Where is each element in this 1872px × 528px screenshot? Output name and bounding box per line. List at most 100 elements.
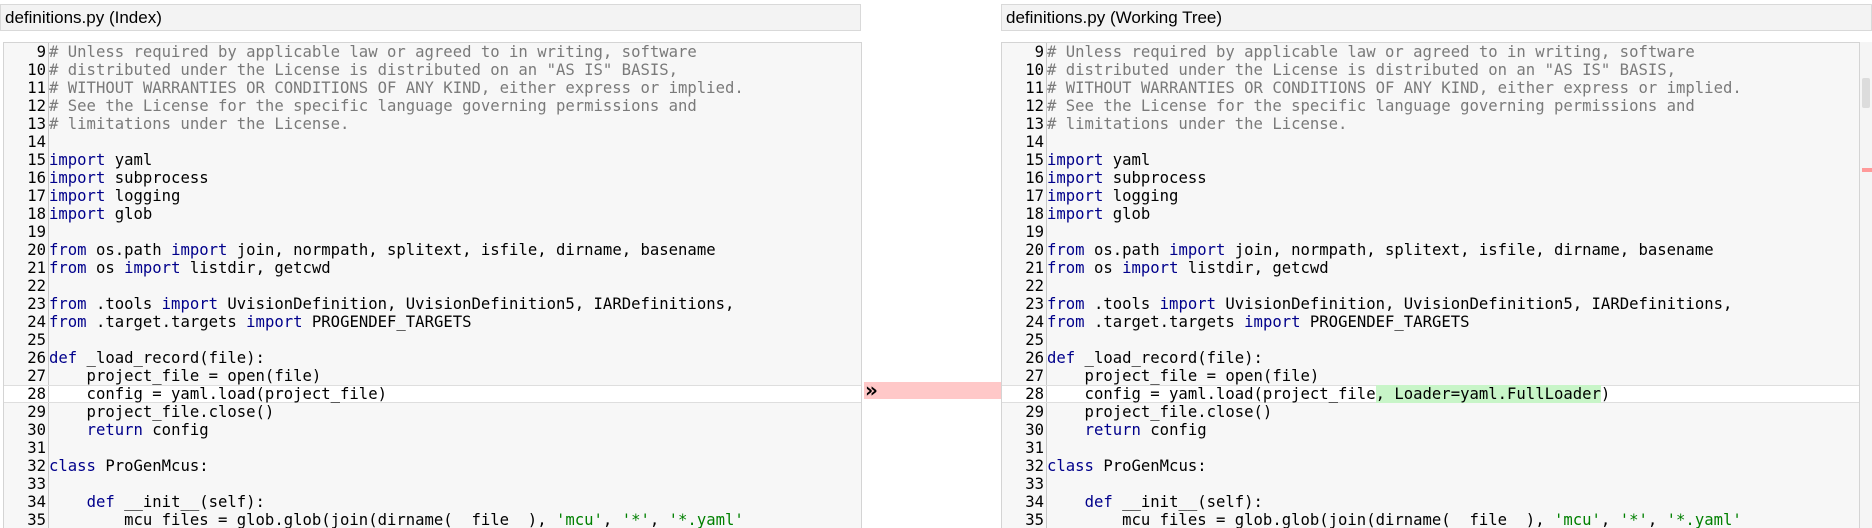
line-number: 13	[27, 115, 46, 133]
code-token: from	[49, 259, 87, 277]
code-line[interactable]: 19	[1002, 223, 1859, 241]
code-line[interactable]: 24 from .target.targets import PROGENDEF_…	[1002, 313, 1859, 331]
code-line[interactable]: 21 from os import listdir, getcwd	[4, 259, 861, 277]
line-number: 9	[1034, 43, 1044, 61]
code-line[interactable]: 25	[1002, 331, 1859, 349]
code-line[interactable]: 9 # Unless required by applicable law or …	[4, 43, 861, 61]
code-line[interactable]: 23 from .tools import UvisionDefinition, …	[4, 295, 861, 313]
code-line[interactable]: 17 import logging	[1002, 187, 1859, 205]
code-line[interactable]: 27 project_file = open(file)	[4, 367, 861, 385]
code-line[interactable]: 33	[1002, 475, 1859, 493]
code-line[interactable]: 22	[1002, 277, 1859, 295]
code-line[interactable]: 15 import yaml	[4, 151, 861, 169]
code-line[interactable]: 31	[4, 439, 861, 457]
code-line[interactable]: 13 # limitations under the License.	[1002, 115, 1859, 133]
code-line[interactable]: 10 # distributed under the License is dis…	[1002, 61, 1859, 79]
left-code-pane[interactable]: 9 # Unless required by applicable law or …	[3, 42, 862, 528]
code-line[interactable]: 28 config = yaml.load(project_file)	[4, 385, 861, 403]
code-line[interactable]: 21 from os import listdir, getcwd	[1002, 259, 1859, 277]
code-line[interactable]: 32 class ProGenMcus:	[1002, 457, 1859, 475]
code-token: _load_record(file):	[77, 349, 265, 367]
code-line[interactable]: 16 import subprocess	[4, 169, 861, 187]
code-line[interactable]: 12 # See the License for the specific lan…	[1002, 97, 1859, 115]
code-token: # WITHOUT WARRANTIES OR CONDITIONS OF AN…	[1047, 79, 1742, 97]
code-line[interactable]: 35 mcu_files = glob.glob(join(dirname(__…	[4, 511, 861, 528]
right-vertical-scrollbar[interactable]	[1860, 42, 1872, 528]
scrollbar-diff-marker	[1862, 168, 1872, 172]
code-line[interactable]: 34 def __init__(self):	[4, 493, 861, 511]
code-text: def __init__(self):	[1047, 493, 1263, 511]
code-token: import	[1169, 241, 1226, 259]
code-line[interactable]: 32 class ProGenMcus:	[4, 457, 861, 475]
code-token: UvisionDefinition, UvisionDefinition5, I…	[1216, 295, 1733, 313]
code-token: .target.targets	[86, 313, 247, 331]
code-line[interactable]: 10 # distributed under the License is dis…	[4, 61, 861, 79]
code-text: import yaml	[49, 151, 152, 169]
code-token: from	[1047, 295, 1085, 313]
code-line[interactable]: 18 import glob	[1002, 205, 1859, 223]
code-text: from os.path import join, normpath, spli…	[49, 241, 716, 259]
code-line[interactable]: 22	[4, 277, 861, 295]
code-line[interactable]: 29 project_file.close()	[1002, 403, 1859, 421]
code-line[interactable]: 13 # limitations under the License.	[4, 115, 861, 133]
code-token: ,	[1647, 511, 1667, 528]
code-line[interactable]: 23 from .tools import UvisionDefinition, …	[1002, 295, 1859, 313]
code-line[interactable]: 20 from os.path import join, normpath, sp…	[4, 241, 861, 259]
line-number: 10	[27, 61, 46, 79]
gutter-separator	[48, 133, 49, 151]
right-code-pane[interactable]: 9 # Unless required by applicable law or …	[1001, 42, 1860, 528]
code-token: yaml	[105, 151, 153, 169]
line-number: 19	[27, 223, 46, 241]
code-text: project_file = open(file)	[1047, 367, 1320, 385]
code-line[interactable]: 26 def _load_record(file):	[1002, 349, 1859, 367]
code-line[interactable]: 11 # WITHOUT WARRANTIES OR CONDITIONS OF …	[4, 79, 861, 97]
code-line[interactable]: 9 # Unless required by applicable law or …	[1002, 43, 1859, 61]
code-line[interactable]: 30 return config	[4, 421, 861, 439]
code-line[interactable]: 12 # See the License for the specific lan…	[4, 97, 861, 115]
code-line[interactable]: 24 from .target.targets import PROGENDEF_…	[4, 313, 861, 331]
gutter-separator	[1046, 223, 1047, 241]
line-number: 29	[27, 403, 46, 421]
code-text: mcu_files = glob.glob(join(dirname(__fil…	[1047, 511, 1742, 528]
code-line[interactable]: 26 def _load_record(file):	[4, 349, 861, 367]
code-text: # limitations under the License.	[1047, 115, 1347, 133]
scrollbar-thumb[interactable]	[1862, 78, 1870, 108]
code-text: import subprocess	[1047, 169, 1207, 187]
code-line[interactable]: 35 mcu_files = glob.glob(join(dirname(__…	[1002, 511, 1859, 528]
code-line[interactable]: 25	[4, 331, 861, 349]
code-token: from	[1047, 313, 1085, 331]
code-line[interactable]: 30 return config	[1002, 421, 1859, 439]
code-line[interactable]: 14	[1002, 133, 1859, 151]
code-line[interactable]: 19	[4, 223, 861, 241]
code-line[interactable]: 14	[4, 133, 861, 151]
code-token: import	[1047, 169, 1104, 187]
added-text-highlight: , Loader=yaml.FullLoader	[1375, 385, 1601, 403]
line-number: 20	[1025, 241, 1044, 259]
line-number: 15	[1025, 151, 1044, 169]
code-line[interactable]: 18 import glob	[4, 205, 861, 223]
code-line[interactable]: 34 def __init__(self):	[1002, 493, 1859, 511]
code-line[interactable]: 11 # WITHOUT WARRANTIES OR CONDITIONS OF …	[1002, 79, 1859, 97]
code-line[interactable]: 27 project_file = open(file)	[1002, 367, 1859, 385]
code-line[interactable]: 29 project_file.close()	[4, 403, 861, 421]
code-token: from	[1047, 259, 1085, 277]
line-number: 19	[1025, 223, 1044, 241]
code-line[interactable]: 20 from os.path import join, normpath, sp…	[1002, 241, 1859, 259]
line-number: 15	[27, 151, 46, 169]
line-number: 31	[27, 439, 46, 457]
code-line[interactable]: 28 config = yaml.load(project_file, Load…	[1002, 385, 1859, 403]
code-line[interactable]: 31	[1002, 439, 1859, 457]
gutter-separator	[1046, 475, 1047, 493]
code-line[interactable]: 33	[4, 475, 861, 493]
code-line[interactable]: 16 import subprocess	[1002, 169, 1859, 187]
merge-right-arrow-icon[interactable]: »	[865, 380, 885, 400]
gutter-separator	[48, 439, 49, 457]
code-line[interactable]: 15 import yaml	[1002, 151, 1859, 169]
code-token: import	[246, 313, 303, 331]
code-token: .tools	[86, 295, 162, 313]
code-token: import	[1122, 259, 1179, 277]
code-token: import	[1047, 151, 1104, 169]
code-text: # limitations under the License.	[49, 115, 349, 133]
line-number: 32	[1025, 457, 1044, 475]
code-line[interactable]: 17 import logging	[4, 187, 861, 205]
